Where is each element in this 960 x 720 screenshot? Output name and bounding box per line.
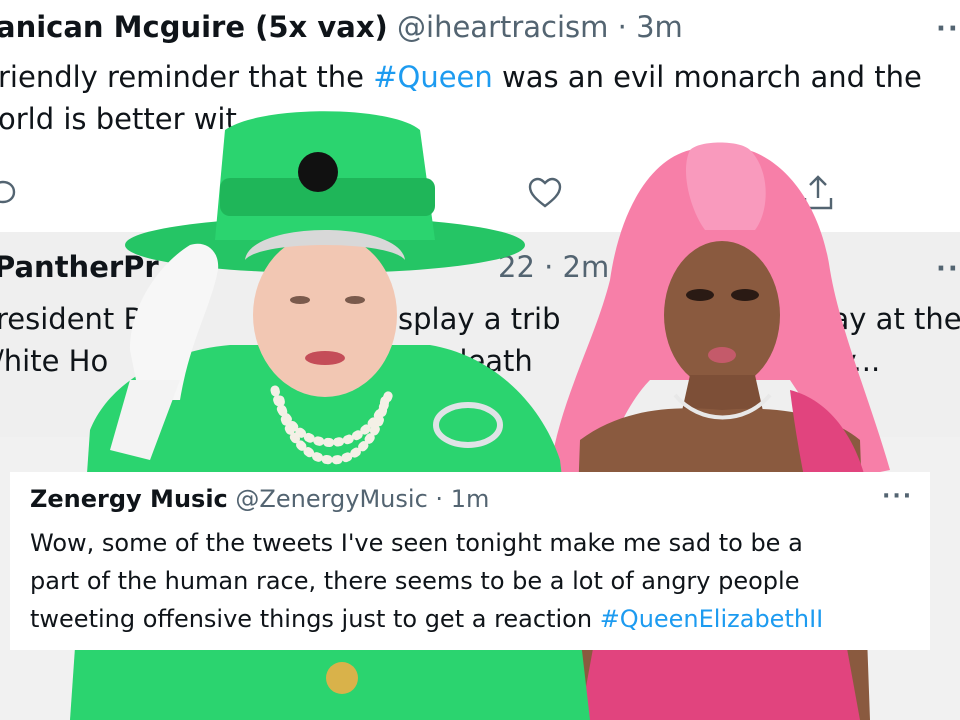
tweet-time[interactable]: 3m [636,10,683,44]
author-name[interactable]: Zenergy Music [30,485,228,513]
tweet-time[interactable]: 1m [451,485,490,513]
tweet-header: Zenergy Music @ZenergyMusic · 1m [30,486,489,512]
separator-dot: · [617,10,627,44]
tweet-card-bottom[interactable]: Zenergy Music @ZenergyMusic · 1m ··· Wow… [10,472,930,650]
tweet-text: Wow, some of the tweets I've seen tonigh… [30,524,823,638]
author-name[interactable]: anican Mcguire (5x vax) [0,10,388,44]
separator-dot: · [435,485,444,513]
tweet-text-line: riendly reminder that the #Queen was an … [0,60,922,94]
hashtag-link[interactable]: #Queen [373,60,493,94]
tweet-text-line: tweeting offensive things just to get a … [30,605,824,633]
more-icon[interactable]: ·· [936,14,960,44]
author-handle[interactable]: @iheartracism [397,10,608,44]
more-icon[interactable]: ··· [882,484,913,509]
hashtag-link[interactable]: #QueenElizabethII [600,605,824,633]
more-icon[interactable]: ·· [936,254,960,284]
tweet-text-line: part of the human race, there seems to b… [30,567,800,595]
comment-icon[interactable] [0,176,20,210]
tweet-text-line: Wow, some of the tweets I've seen tonigh… [30,529,803,557]
author-handle[interactable]: @ZenergyMusic [235,485,427,513]
tweet-header: anican Mcguire (5x vax) @iheartracism · … [0,10,683,44]
